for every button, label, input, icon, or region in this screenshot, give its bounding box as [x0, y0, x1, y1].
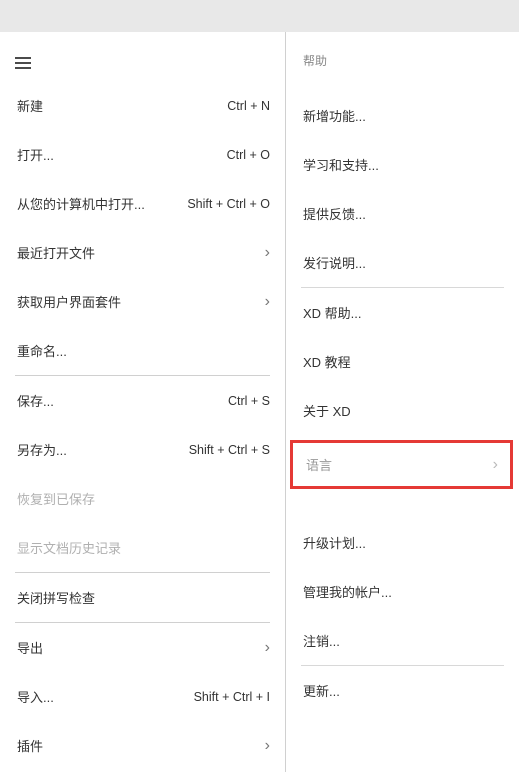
menu-export-label: 导出: [17, 638, 43, 657]
hamburger-menu-icon[interactable]: [15, 57, 31, 69]
help-manage-account-label: 管理我的帐户...: [303, 582, 392, 601]
menu-open-from-computer-label: 从您的计算机中打开...: [17, 194, 145, 213]
help-learn-support[interactable]: 学习和支持...: [286, 140, 519, 189]
menu-ui-kits-label: 获取用户界面套件: [17, 292, 121, 311]
menu-recent-label: 最近打开文件: [17, 243, 95, 262]
help-whats-new-label: 新增功能...: [303, 106, 366, 125]
menu-rename-label: 重命名...: [17, 341, 67, 360]
help-panel: 帮助 新增功能... 学习和支持... 提供反馈... 发行说明... XD 帮…: [286, 32, 519, 772]
menu-new-label: 新建: [17, 96, 43, 115]
chevron-right-icon: ›: [265, 244, 270, 262]
chevron-right-icon: ›: [265, 293, 270, 311]
menu-revert: 恢复到已保存: [0, 474, 285, 523]
menu-ui-kits[interactable]: 获取用户界面套件 ›: [0, 277, 285, 326]
help-sign-out-label: 注销...: [303, 631, 340, 650]
menu-export[interactable]: 导出 ›: [0, 623, 285, 672]
menu-recent[interactable]: 最近打开文件 ›: [0, 228, 285, 277]
menu-doc-history: 显示文档历史记录: [0, 523, 285, 572]
menu-plugins[interactable]: 插件 ›: [0, 721, 285, 770]
help-xd-help-label: XD 帮助...: [303, 303, 362, 322]
menu-import[interactable]: 导入... Shift + Ctrl + I: [0, 672, 285, 721]
help-about-xd[interactable]: 关于 XD: [286, 386, 519, 435]
title-bar: [0, 0, 519, 32]
menu-new[interactable]: 新建 Ctrl + N: [0, 81, 285, 130]
help-upgrade-plan-label: 升级计划...: [303, 533, 366, 552]
menu-open[interactable]: 打开... Ctrl + O: [0, 130, 285, 179]
help-header: 帮助: [286, 32, 519, 91]
menu-open-from-computer[interactable]: 从您的计算机中打开... Shift + Ctrl + O: [0, 179, 285, 228]
help-release-notes-label: 发行说明...: [303, 253, 366, 272]
help-manage-account[interactable]: 管理我的帐户...: [286, 567, 519, 616]
chevron-right-icon: ›: [265, 639, 270, 657]
help-sign-out[interactable]: 注销...: [286, 616, 519, 665]
menu-import-label: 导入...: [17, 687, 54, 706]
menu-plugins-label: 插件: [17, 736, 43, 755]
help-xd-tutorials-label: XD 教程: [303, 352, 351, 371]
help-upgrade-plan[interactable]: 升级计划...: [286, 518, 519, 567]
menu-save-shortcut: Ctrl + S: [228, 394, 270, 408]
menu-revert-label: 恢复到已保存: [17, 489, 95, 508]
menu-save-as-shortcut: Shift + Ctrl + S: [189, 443, 270, 457]
help-xd-help[interactable]: XD 帮助...: [286, 288, 519, 337]
help-whats-new[interactable]: 新增功能...: [286, 91, 519, 140]
help-xd-tutorials[interactable]: XD 教程: [286, 337, 519, 386]
left-menu-panel: 新建 Ctrl + N 打开... Ctrl + O 从您的计算机中打开... …: [0, 32, 286, 772]
help-learn-support-label: 学习和支持...: [303, 155, 379, 174]
menu-spell-check[interactable]: 关闭拼写检查: [0, 573, 285, 622]
help-language[interactable]: 语言 ›: [290, 440, 513, 489]
menu-new-shortcut: Ctrl + N: [227, 99, 270, 113]
help-feedback-label: 提供反馈...: [303, 204, 366, 223]
menu-open-from-computer-shortcut: Shift + Ctrl + O: [187, 197, 270, 211]
chevron-right-icon: ›: [265, 737, 270, 755]
menu-rename[interactable]: 重命名...: [0, 326, 285, 375]
help-release-notes[interactable]: 发行说明...: [286, 238, 519, 287]
menu-save-label: 保存...: [17, 391, 54, 410]
help-about-xd-label: 关于 XD: [303, 401, 351, 420]
menu-open-label: 打开...: [17, 145, 54, 164]
menu-doc-history-label: 显示文档历史记录: [17, 538, 121, 557]
help-feedback[interactable]: 提供反馈...: [286, 189, 519, 238]
menu-save[interactable]: 保存... Ctrl + S: [0, 376, 285, 425]
help-language-label: 语言: [306, 455, 332, 474]
menu-save-as-label: 另存为...: [17, 440, 67, 459]
help-updates-label: 更新...: [303, 681, 340, 700]
menu-open-shortcut: Ctrl + O: [227, 148, 270, 162]
menu-spell-check-label: 关闭拼写检查: [17, 588, 95, 607]
menu-import-shortcut: Shift + Ctrl + I: [194, 690, 270, 704]
chevron-right-icon: ›: [493, 456, 498, 474]
menu-save-as[interactable]: 另存为... Shift + Ctrl + S: [0, 425, 285, 474]
help-updates[interactable]: 更新...: [286, 666, 519, 715]
